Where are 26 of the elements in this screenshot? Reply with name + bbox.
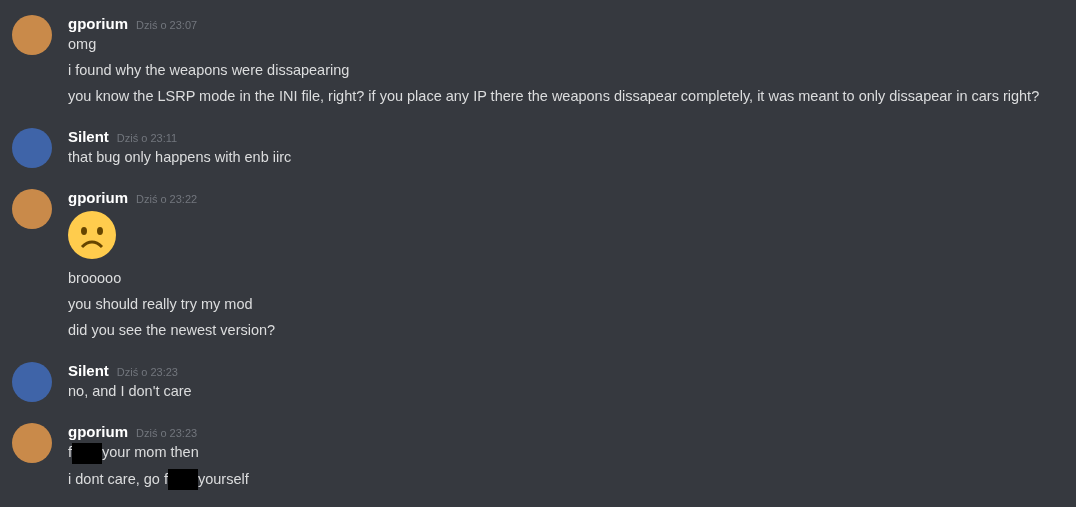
redaction-block (167, 469, 198, 491)
message-text: you should really try my mod (68, 295, 253, 314)
message-text: f your mom then (68, 442, 199, 464)
sad-face-emoji (68, 211, 116, 259)
redaction-block (72, 442, 103, 464)
message-text: that bug only happens with enb iirc (68, 148, 292, 167)
username[interactable]: Silent (68, 360, 109, 383)
timestamp: Dziś o 23:07 (136, 18, 198, 33)
message-text: i dont care, go f yourself (68, 468, 249, 491)
avatar[interactable] (12, 189, 52, 229)
avatar[interactable] (12, 423, 52, 463)
username[interactable]: Silent (68, 126, 109, 149)
username[interactable]: gporium (68, 13, 128, 36)
timestamp: Dziś o 23:11 (116, 131, 178, 146)
message-text: brooooo (68, 269, 122, 288)
avatar[interactable] (12, 15, 52, 55)
message-text: you know the LSRP mode in the INI file, right? if you place any IP there the weapons dissapear completely, it was meant to only dissapear in cars right? (68, 87, 1040, 106)
timestamp: Dziś o 23:23 (136, 426, 198, 441)
message-text: did you see the newest version? (68, 321, 276, 340)
message-text: i found why the weapons were dissapearing (68, 61, 350, 80)
timestamp: Dziś o 23:22 (136, 192, 198, 207)
username[interactable]: gporium (68, 187, 128, 210)
username[interactable]: gporium (68, 421, 128, 444)
message-text: no, and I don't care (68, 382, 192, 401)
message-text: omg (68, 35, 97, 54)
timestamp: Dziś o 23:23 (116, 365, 178, 380)
